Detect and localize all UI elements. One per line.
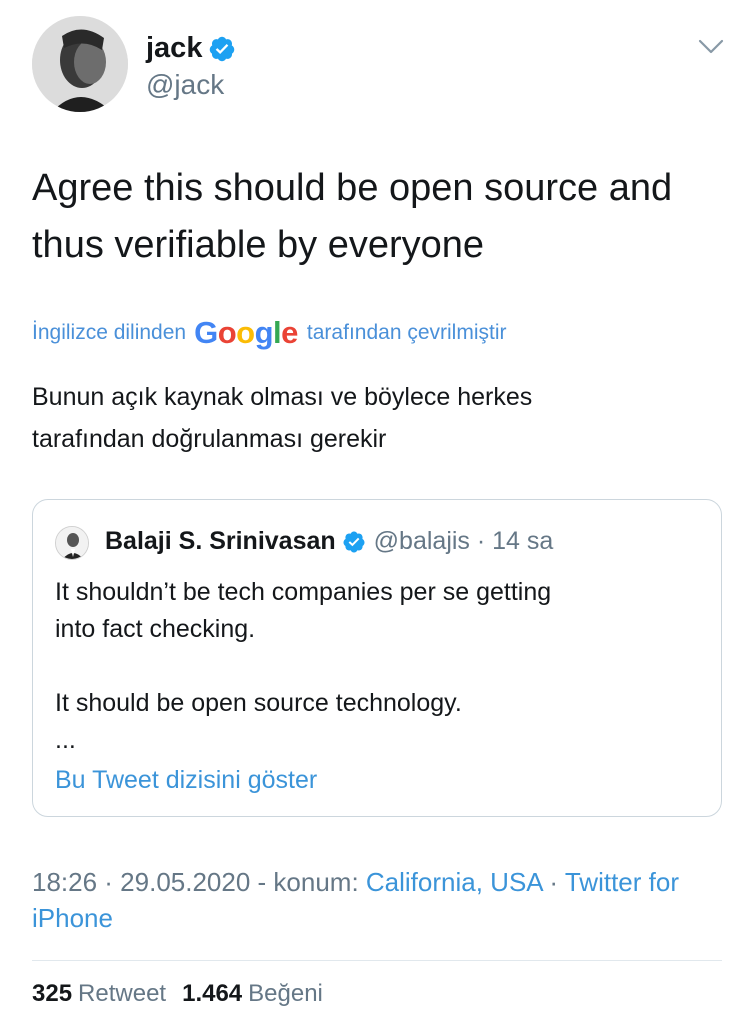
translation-prefix: İngilizce dilinden xyxy=(32,321,187,344)
display-name-row: jack xyxy=(146,32,236,65)
quoted-author-name: Balaji S. Srinivasan xyxy=(105,527,336,555)
translated-text-line: Bunun açık kaynak olması ve böylece herk… xyxy=(32,383,533,411)
translated-text-line: tarafından doğrulanması gerekir xyxy=(32,425,387,453)
quoted-tweet-spacer xyxy=(55,648,705,685)
quoted-tweet-header: Balaji S. Srinivasan @balajis · 14 sa xyxy=(105,527,553,556)
tweet-text-line: Agree this should be open source and xyxy=(32,167,673,209)
likes-label: Beğeni xyxy=(248,980,323,1007)
tweet-timestamp: 18:26 · 29.05.2020 - konum: xyxy=(32,867,366,897)
tweet-header: jack @jack xyxy=(32,16,732,112)
retweets-label: Retweet xyxy=(78,980,167,1007)
likes-stat[interactable]: 1.464 Beğeni xyxy=(182,980,323,1008)
retweets-stat[interactable]: 325 Retweet xyxy=(32,980,166,1008)
translation-suffix: tarafından çevrilmiştir xyxy=(306,321,507,344)
quoted-tweet-body: It shouldn’t be tech companies per se ge… xyxy=(55,574,705,759)
author-handle[interactable]: @jack xyxy=(146,69,236,101)
tweet-text: Agree this should be open source and thu… xyxy=(32,160,732,274)
tweet-stats: 325 Retweet 1.464 Beğeni xyxy=(32,980,339,1008)
google-letter: G xyxy=(194,315,218,350)
quoted-tweet-line: It should be open source technology. xyxy=(55,689,462,717)
retweets-count: 325 xyxy=(32,980,73,1007)
author-display-name[interactable]: jack xyxy=(146,32,202,65)
translated-text: Bunun açık kaynak olması ve böylece herk… xyxy=(32,376,722,460)
location-link[interactable]: California, USA xyxy=(366,867,542,897)
google-letter: o xyxy=(236,315,255,350)
author-avatar[interactable] xyxy=(32,16,128,112)
meta-separator: · xyxy=(542,867,565,897)
verified-badge-icon xyxy=(342,530,366,554)
quoted-author-avatar xyxy=(55,526,89,560)
tweet-meta: 18:26 · 29.05.2020 - konum: California, … xyxy=(32,864,732,936)
divider xyxy=(32,960,722,961)
quoted-handle-time: @balajis · 14 sa xyxy=(373,527,554,555)
quoted-tweet-line: into fact checking. xyxy=(55,615,256,643)
author-names: jack @jack xyxy=(146,32,236,101)
google-letter: l xyxy=(273,315,282,350)
quoted-tweet-ellipsis: ... xyxy=(55,726,76,754)
chevron-down-icon[interactable] xyxy=(698,38,724,56)
quoted-tweet-card[interactable]: Balaji S. Srinivasan @balajis · 14 sa It… xyxy=(32,499,722,817)
google-letter: o xyxy=(217,315,237,350)
verified-badge-icon xyxy=(208,35,236,63)
show-thread-link[interactable]: Bu Tweet dizisini göster xyxy=(55,766,317,795)
google-logo: Google xyxy=(194,315,298,351)
tweet-text-line: thus verifiable by everyone xyxy=(32,224,485,266)
google-letter: g xyxy=(254,315,274,350)
google-letter: e xyxy=(281,315,298,350)
translation-attribution[interactable]: İngilizce dilinden Google tarafından çev… xyxy=(32,315,506,351)
quoted-tweet-line: It shouldn’t be tech companies per se ge… xyxy=(55,578,552,606)
likes-count: 1.464 xyxy=(182,980,243,1007)
